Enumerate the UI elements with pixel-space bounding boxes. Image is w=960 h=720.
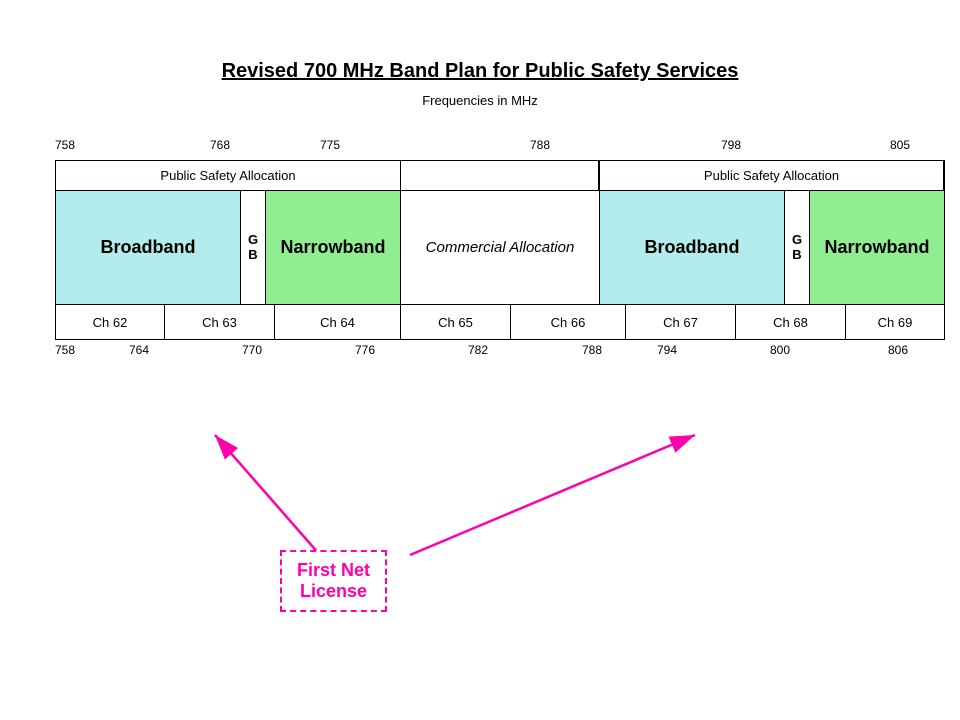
ch-65: Ch 65: [401, 305, 511, 339]
diagram-area: 758 768 775 788 798 805 Public Safety Al…: [55, 138, 945, 363]
band-diagram: Public Safety Allocation Public Safety A…: [55, 160, 945, 340]
subtitle: Frequencies in MHz: [0, 93, 960, 108]
ch-64: Ch 64: [275, 305, 401, 339]
gb-right: GB: [785, 191, 810, 304]
ch-62: Ch 62: [56, 305, 165, 339]
top-label-788: 788: [530, 138, 550, 152]
bottom-labels: 758 764 770 776 782 788 794 800 806: [55, 343, 945, 363]
bot-label-776: 776: [355, 343, 375, 357]
broadband-left: Broadband: [56, 191, 241, 304]
ps-label-row: Public Safety Allocation Public Safety A…: [56, 161, 944, 191]
firstnet-box: First NetLicense: [280, 550, 387, 612]
bot-label-770: 770: [242, 343, 262, 357]
top-label-805: 805: [890, 138, 910, 152]
content-row: Broadband GB Narrowband Commercial Alloc…: [56, 191, 944, 304]
ch-66: Ch 66: [511, 305, 626, 339]
top-label-758: 758: [55, 138, 75, 152]
page-container: Revised 700 MHz Band Plan for Public Saf…: [0, 0, 960, 720]
ch-69: Ch 69: [846, 305, 944, 339]
bot-label-794: 794: [657, 343, 677, 357]
top-label-798: 798: [721, 138, 741, 152]
bot-label-764: 764: [129, 343, 149, 357]
gb-left: GB: [241, 191, 266, 304]
ps-left-label: Public Safety Allocation: [56, 161, 401, 190]
top-labels: 758 768 775 788 798 805: [55, 138, 945, 158]
channel-row: Ch 62 Ch 63 Ch 64 Ch 65 Ch 66 Ch 67 Ch 6…: [56, 304, 944, 339]
top-label-768: 768: [210, 138, 230, 152]
page-title: Revised 700 MHz Band Plan for Public Saf…: [0, 0, 960, 93]
left-ps-section: Broadband GB Narrowband: [56, 191, 401, 304]
bot-label-800: 800: [770, 343, 790, 357]
bot-label-788: 788: [582, 343, 602, 357]
ch-63: Ch 63: [165, 305, 275, 339]
narrowband-right: Narrowband: [810, 191, 944, 304]
commercial-space: [401, 161, 599, 190]
commercial-center: Commercial Allocation: [401, 191, 599, 304]
bot-label-758: 758: [55, 343, 75, 357]
bot-label-782: 782: [468, 343, 488, 357]
ps-right-label: Public Safety Allocation: [599, 161, 944, 190]
narrowband-left: Narrowband: [266, 191, 400, 304]
ch-67: Ch 67: [626, 305, 736, 339]
ch-68: Ch 68: [736, 305, 846, 339]
right-ps-section: Broadband GB Narrowband: [599, 191, 944, 304]
broadband-right: Broadband: [600, 191, 785, 304]
firstnet-label: First NetLicense: [297, 560, 370, 601]
bot-label-806: 806: [888, 343, 908, 357]
top-label-775: 775: [320, 138, 340, 152]
